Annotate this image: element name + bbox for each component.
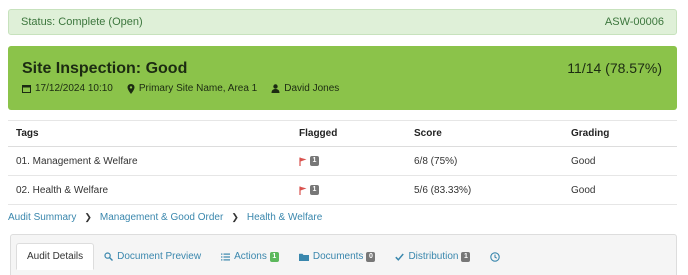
- check-icon: [395, 253, 405, 261]
- flag-icon: [299, 157, 307, 166]
- tag-name: 02. Health & Welfare: [8, 175, 291, 205]
- tab-label: Audit Details: [27, 251, 84, 262]
- table-row[interactable]: 02. Health & Welfare 1 5/6 (83.33%) Good: [8, 175, 677, 205]
- tab-label: Documents: [312, 251, 364, 262]
- clock-icon: [490, 251, 501, 262]
- status-bar: Status: Complete (Open) ASW-00006: [8, 9, 677, 35]
- flag-count-badge: 1: [310, 156, 319, 166]
- user-meta: David Jones: [271, 83, 339, 94]
- distribution-count-badge: 1: [461, 251, 471, 262]
- tab-bar: Audit Details Document Preview Actions 1…: [16, 243, 514, 270]
- flag-count-badge: 1: [310, 185, 319, 195]
- search-icon: [104, 252, 114, 261]
- grading-header: Grading: [563, 120, 677, 147]
- inspection-score: 11/14 (78.57%): [567, 60, 662, 76]
- user-icon: [271, 84, 280, 93]
- tags-table: Tags Flagged Score Grading 01. Managemen…: [8, 120, 677, 205]
- breadcrumb-management-good-order[interactable]: Management & Good Order: [100, 212, 223, 223]
- tab-distribution[interactable]: Distribution 1: [385, 243, 480, 270]
- flag-cell: 1: [299, 147, 406, 175]
- inspector-name: David Jones: [284, 83, 340, 94]
- table-row[interactable]: 01. Management & Welfare 1 6/8 (75%) Goo…: [8, 146, 677, 176]
- tag-grading: Good: [563, 146, 677, 176]
- folder-icon: [298, 253, 309, 261]
- inspection-header: Site Inspection: Good 11/14 (78.57%) 17/…: [8, 46, 677, 110]
- date-meta: 17/12/2024 10:10: [22, 83, 113, 94]
- tags-header: Tags: [8, 120, 291, 147]
- audit-id: ASW-00006: [604, 16, 664, 28]
- table-header-row: Tags Flagged Score Grading: [8, 120, 677, 147]
- tab-label: Document Preview: [117, 251, 202, 262]
- inspection-title: Site Inspection: Good: [22, 60, 188, 77]
- location-meta: Primary Site Name, Area 1: [127, 83, 257, 94]
- tab-history[interactable]: [480, 243, 514, 270]
- status-text: Status: Complete (Open): [21, 16, 143, 28]
- score-header: Score: [406, 120, 563, 147]
- tab-documents[interactable]: Documents 0: [289, 243, 386, 270]
- flag-cell: 1: [299, 176, 406, 204]
- inspection-location: Primary Site Name, Area 1: [138, 83, 258, 94]
- tab-document-preview[interactable]: Document Preview: [94, 243, 211, 270]
- flag-icon: [299, 186, 307, 195]
- breadcrumb: Audit Summary ❯ Management & Good Order …: [8, 212, 322, 223]
- breadcrumb-audit-summary[interactable]: Audit Summary: [8, 212, 76, 223]
- tag-score: 6/8 (75%): [406, 146, 563, 176]
- chevron-right-icon: ❯: [231, 212, 239, 222]
- tab-label: Actions: [234, 251, 267, 262]
- calendar-icon: [22, 85, 31, 93]
- tab-actions[interactable]: Actions 1: [211, 243, 289, 270]
- tab-label: Distribution: [408, 251, 459, 262]
- tag-score: 5/6 (83.33%): [406, 175, 563, 205]
- chevron-right-icon: ❯: [84, 212, 92, 222]
- inspection-meta: 17/12/2024 10:10 Primary Site Name, Area…: [22, 83, 353, 94]
- tab-audit-details[interactable]: Audit Details: [16, 243, 95, 270]
- actions-count-badge: 1: [269, 251, 279, 262]
- map-marker-icon: [127, 83, 135, 94]
- documents-count-badge: 0: [366, 251, 376, 262]
- breadcrumb-health-welfare[interactable]: Health & Welfare: [247, 212, 322, 223]
- inspection-date: 17/12/2024 10:10: [35, 83, 113, 94]
- list-icon: [221, 253, 231, 260]
- flagged-header: Flagged: [291, 120, 406, 147]
- tag-name: 01. Management & Welfare: [8, 146, 291, 176]
- tag-grading: Good: [563, 175, 677, 205]
- tabs-panel: Audit Details Document Preview Actions 1…: [10, 234, 677, 275]
